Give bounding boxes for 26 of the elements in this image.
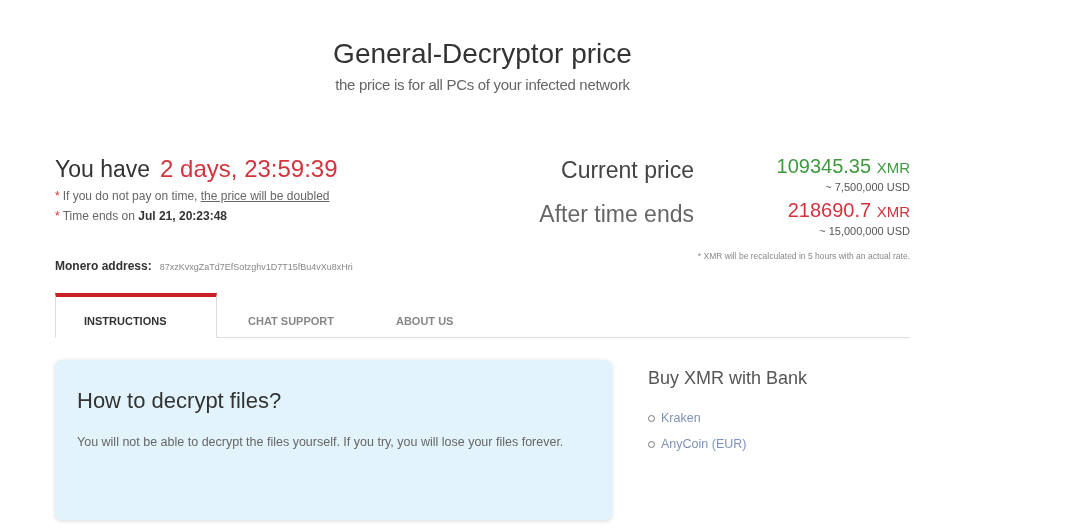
exchange-link[interactable]: AnyCoin (EUR) xyxy=(661,437,747,451)
address-value: 87xzKvxgZaTd7EfSotzghv1D7T15fBu4vXu8xHri xyxy=(159,262,353,272)
price-label: After time ends xyxy=(539,201,694,229)
asterisk-mark: * xyxy=(55,209,60,223)
price-label: Current price xyxy=(561,157,694,185)
price-amount: 109345.35 XMR xyxy=(776,155,910,178)
tab[interactable]: ABOUT US xyxy=(364,293,485,338)
price-amount: 218690.7 XMR xyxy=(787,199,910,222)
tab[interactable]: INSTRUCTIONS xyxy=(55,293,217,338)
countdown-timer: 2 days, 23:59:39 xyxy=(160,155,338,183)
card-text: You will not be able to decrypt the files yourself. If you try, you will lose your files forever. xyxy=(77,434,565,451)
usd-amount: ~ 15,000,000 USD xyxy=(819,225,910,237)
exchange-link[interactable]: Kraken xyxy=(661,411,701,425)
tab[interactable]: CHAT SUPPORT xyxy=(217,293,365,338)
page-title: General-Decryptor price xyxy=(333,38,632,70)
sidebar-title: Buy XMR with Bank xyxy=(648,368,808,389)
asterisk-mark: * xyxy=(55,189,60,203)
address-label: Monero address: xyxy=(55,259,152,273)
card-title: How to decrypt files? xyxy=(77,388,283,414)
countdown-label: You have xyxy=(55,156,151,183)
rate-note: * XMR will be recalculated in 5 hours with an actual rate. xyxy=(696,251,910,261)
note-text: Time ends on Jul 21, 20:23:48 xyxy=(62,209,227,223)
usd-amount: ~ 7,500,000 USD xyxy=(825,181,910,193)
note-text: If you do not pay on time, the price will be doubled xyxy=(62,189,330,203)
price-doubled-link[interactable]: the price will be doubled xyxy=(200,189,330,203)
page-subtitle: the price is for all PCs of your infected network xyxy=(335,76,630,93)
